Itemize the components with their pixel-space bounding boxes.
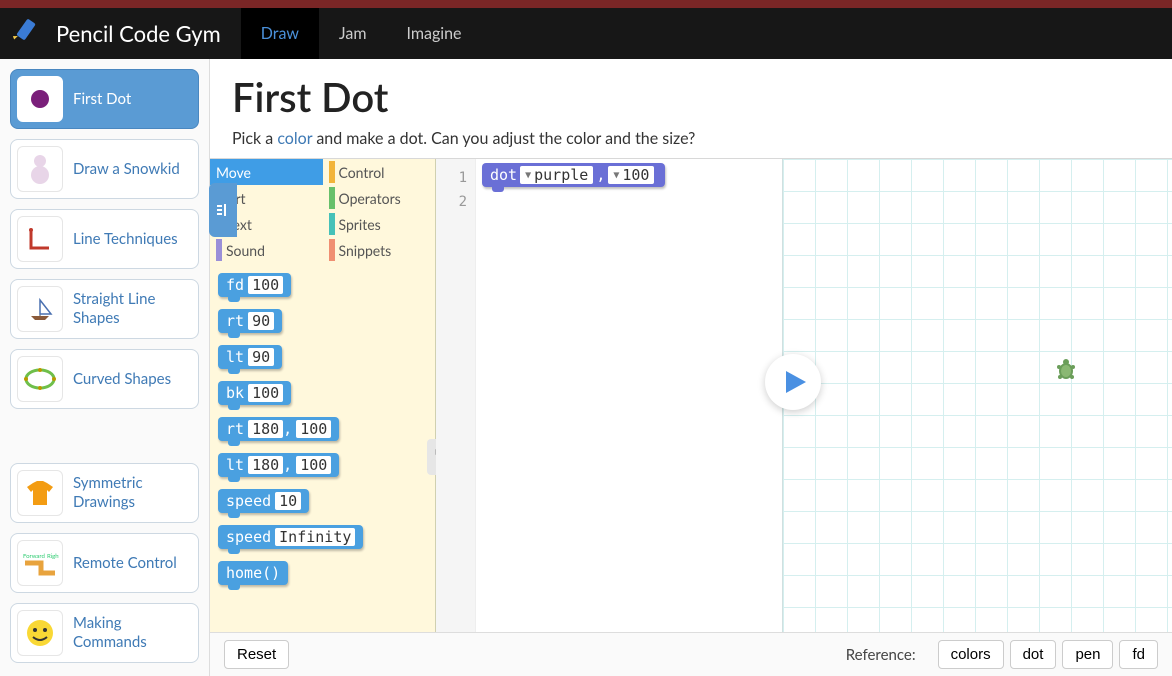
footer-bar: Reset Reference: colorsdotpenfd bbox=[210, 632, 1172, 676]
palette-block-rt[interactable]: rt90 bbox=[218, 309, 282, 333]
palette-block-lt[interactable]: lt180,100 bbox=[218, 453, 339, 477]
lesson-label: Symmetric Drawings bbox=[73, 474, 192, 512]
block-arg[interactable]: 100 bbox=[296, 456, 331, 474]
output-canvas bbox=[782, 159, 1172, 632]
lesson-thumb-icon bbox=[17, 286, 63, 332]
reference-fd[interactable]: fd bbox=[1119, 640, 1158, 669]
palette-tab-control[interactable]: Control bbox=[323, 159, 436, 185]
page-title: First Dot bbox=[232, 73, 1150, 121]
palette-block-speed[interactable]: speed10 bbox=[218, 489, 309, 513]
color-link[interactable]: color bbox=[277, 129, 312, 148]
lesson-curved-shapes[interactable]: Curved Shapes bbox=[10, 349, 199, 409]
block-palette: MoveControlArtOperatorsTextSpritesSoundS… bbox=[210, 159, 436, 632]
code-editor[interactable]: 12 dot ▼purple, ▼100 bbox=[436, 159, 782, 632]
lesson-thumb-icon bbox=[17, 610, 63, 656]
lesson-thumb-icon bbox=[17, 146, 63, 192]
lesson-label: Draw a Snowkid bbox=[73, 160, 180, 179]
lesson-label: Straight Line Shapes bbox=[73, 290, 192, 328]
play-button[interactable] bbox=[765, 354, 821, 410]
nav-tab-imagine[interactable]: Imagine bbox=[386, 8, 481, 59]
reference-pen[interactable]: pen bbox=[1062, 640, 1113, 669]
nav-tab-jam[interactable]: Jam bbox=[319, 8, 387, 59]
lesson-label: Line Techniques bbox=[73, 230, 178, 249]
lesson-line-techniques[interactable]: Line Techniques bbox=[10, 209, 199, 269]
lesson-first-dot[interactable]: First Dot bbox=[10, 69, 199, 129]
reference-dot[interactable]: dot bbox=[1010, 640, 1057, 669]
palette-tab-sprites[interactable]: Sprites bbox=[323, 211, 436, 237]
reference-colors[interactable]: colors bbox=[938, 640, 1004, 669]
lesson-straight-line-shapes[interactable]: Straight Line Shapes bbox=[10, 279, 199, 339]
block-arg[interactable]: 100 bbox=[248, 276, 283, 294]
lesson-thumb-icon bbox=[17, 216, 63, 262]
lesson-thumb-icon bbox=[17, 356, 63, 402]
palette-tab-operators[interactable]: Operators bbox=[323, 185, 436, 211]
palette-block-speed[interactable]: speedInfinity bbox=[218, 525, 363, 549]
dropdown-icon: ▼ bbox=[525, 170, 531, 181]
palette-tab-sound[interactable]: Sound bbox=[210, 237, 323, 263]
lesson-sidebar[interactable]: First Dot Draw a Snowkid Line Techniques St… bbox=[0, 59, 210, 676]
content-area: First Dot Pick a color and make a dot. C… bbox=[210, 59, 1172, 676]
turtle-icon bbox=[1055, 359, 1077, 385]
palette-collapse-handle[interactable] bbox=[209, 183, 237, 237]
lesson-remote-control[interactable]: ForwardRight Remote Control bbox=[10, 533, 199, 593]
lesson-thumb-icon bbox=[17, 76, 63, 122]
brand-title: Pencil Code Gym bbox=[56, 20, 221, 47]
block-cmd: dot bbox=[490, 166, 517, 184]
block-arg[interactable]: 90 bbox=[248, 312, 274, 330]
browser-top-strip bbox=[0, 0, 1172, 8]
line-number: 1 bbox=[436, 165, 475, 189]
block-arg[interactable]: 90 bbox=[248, 348, 274, 366]
block-arg[interactable]: 100 bbox=[248, 384, 283, 402]
lesson-label: Remote Control bbox=[73, 554, 177, 573]
palette-tab-snippets[interactable]: Snippets bbox=[323, 237, 436, 263]
lesson-draw-a-snowkid[interactable]: Draw a Snowkid bbox=[10, 139, 199, 199]
block-arg[interactable]: Infinity bbox=[275, 528, 355, 546]
reference-label: Reference: bbox=[846, 646, 916, 664]
lesson-label: Making Commands bbox=[73, 614, 192, 652]
block-arg[interactable]: 10 bbox=[275, 492, 301, 510]
block-arg[interactable]: 180 bbox=[248, 456, 283, 474]
nav-tab-draw[interactable]: Draw bbox=[241, 8, 319, 59]
subtitle-pre: Pick a bbox=[232, 129, 277, 148]
block-arg-size[interactable]: ▼100 bbox=[608, 166, 654, 184]
page-subtitle: Pick a color and make a dot. Can you adj… bbox=[232, 129, 1150, 148]
lesson-symmetric-drawings[interactable]: Symmetric Drawings bbox=[10, 463, 199, 523]
palette-block-lt[interactable]: lt90 bbox=[218, 345, 282, 369]
palette-tab-move[interactable]: Move bbox=[210, 159, 323, 185]
line-number: 2 bbox=[436, 189, 475, 213]
lesson-label: First Dot bbox=[73, 90, 131, 109]
dropdown-icon: ▼ bbox=[613, 170, 619, 181]
block-arg-color[interactable]: ▼purple bbox=[520, 166, 593, 184]
svg-text:Forward: Forward bbox=[23, 553, 45, 560]
reset-button[interactable]: Reset bbox=[224, 640, 289, 669]
palette-block-home[interactable]: home() bbox=[218, 561, 288, 585]
pencil-logo-icon bbox=[10, 15, 48, 53]
svg-text:Right: Right bbox=[47, 553, 59, 560]
lesson-making-commands[interactable]: Making Commands bbox=[10, 603, 199, 663]
lesson-label: Curved Shapes bbox=[73, 370, 171, 389]
palette-block-fd[interactable]: fd100 bbox=[218, 273, 291, 297]
palette-block-bk[interactable]: bk100 bbox=[218, 381, 291, 405]
block-arg[interactable]: 100 bbox=[296, 420, 331, 438]
navbar: Pencil Code Gym DrawJamImagine bbox=[0, 8, 1172, 59]
palette-block-rt[interactable]: rt180,100 bbox=[218, 417, 339, 441]
subtitle-post: and make a dot. Can you adjust the color… bbox=[312, 129, 695, 148]
block-arg[interactable]: 180 bbox=[248, 420, 283, 438]
line-gutter: 12 bbox=[436, 159, 476, 632]
lesson-thumb-icon bbox=[17, 470, 63, 516]
lesson-thumb-icon: ForwardRight bbox=[17, 540, 63, 586]
dot-code-block[interactable]: dot ▼purple, ▼100 bbox=[482, 163, 665, 187]
